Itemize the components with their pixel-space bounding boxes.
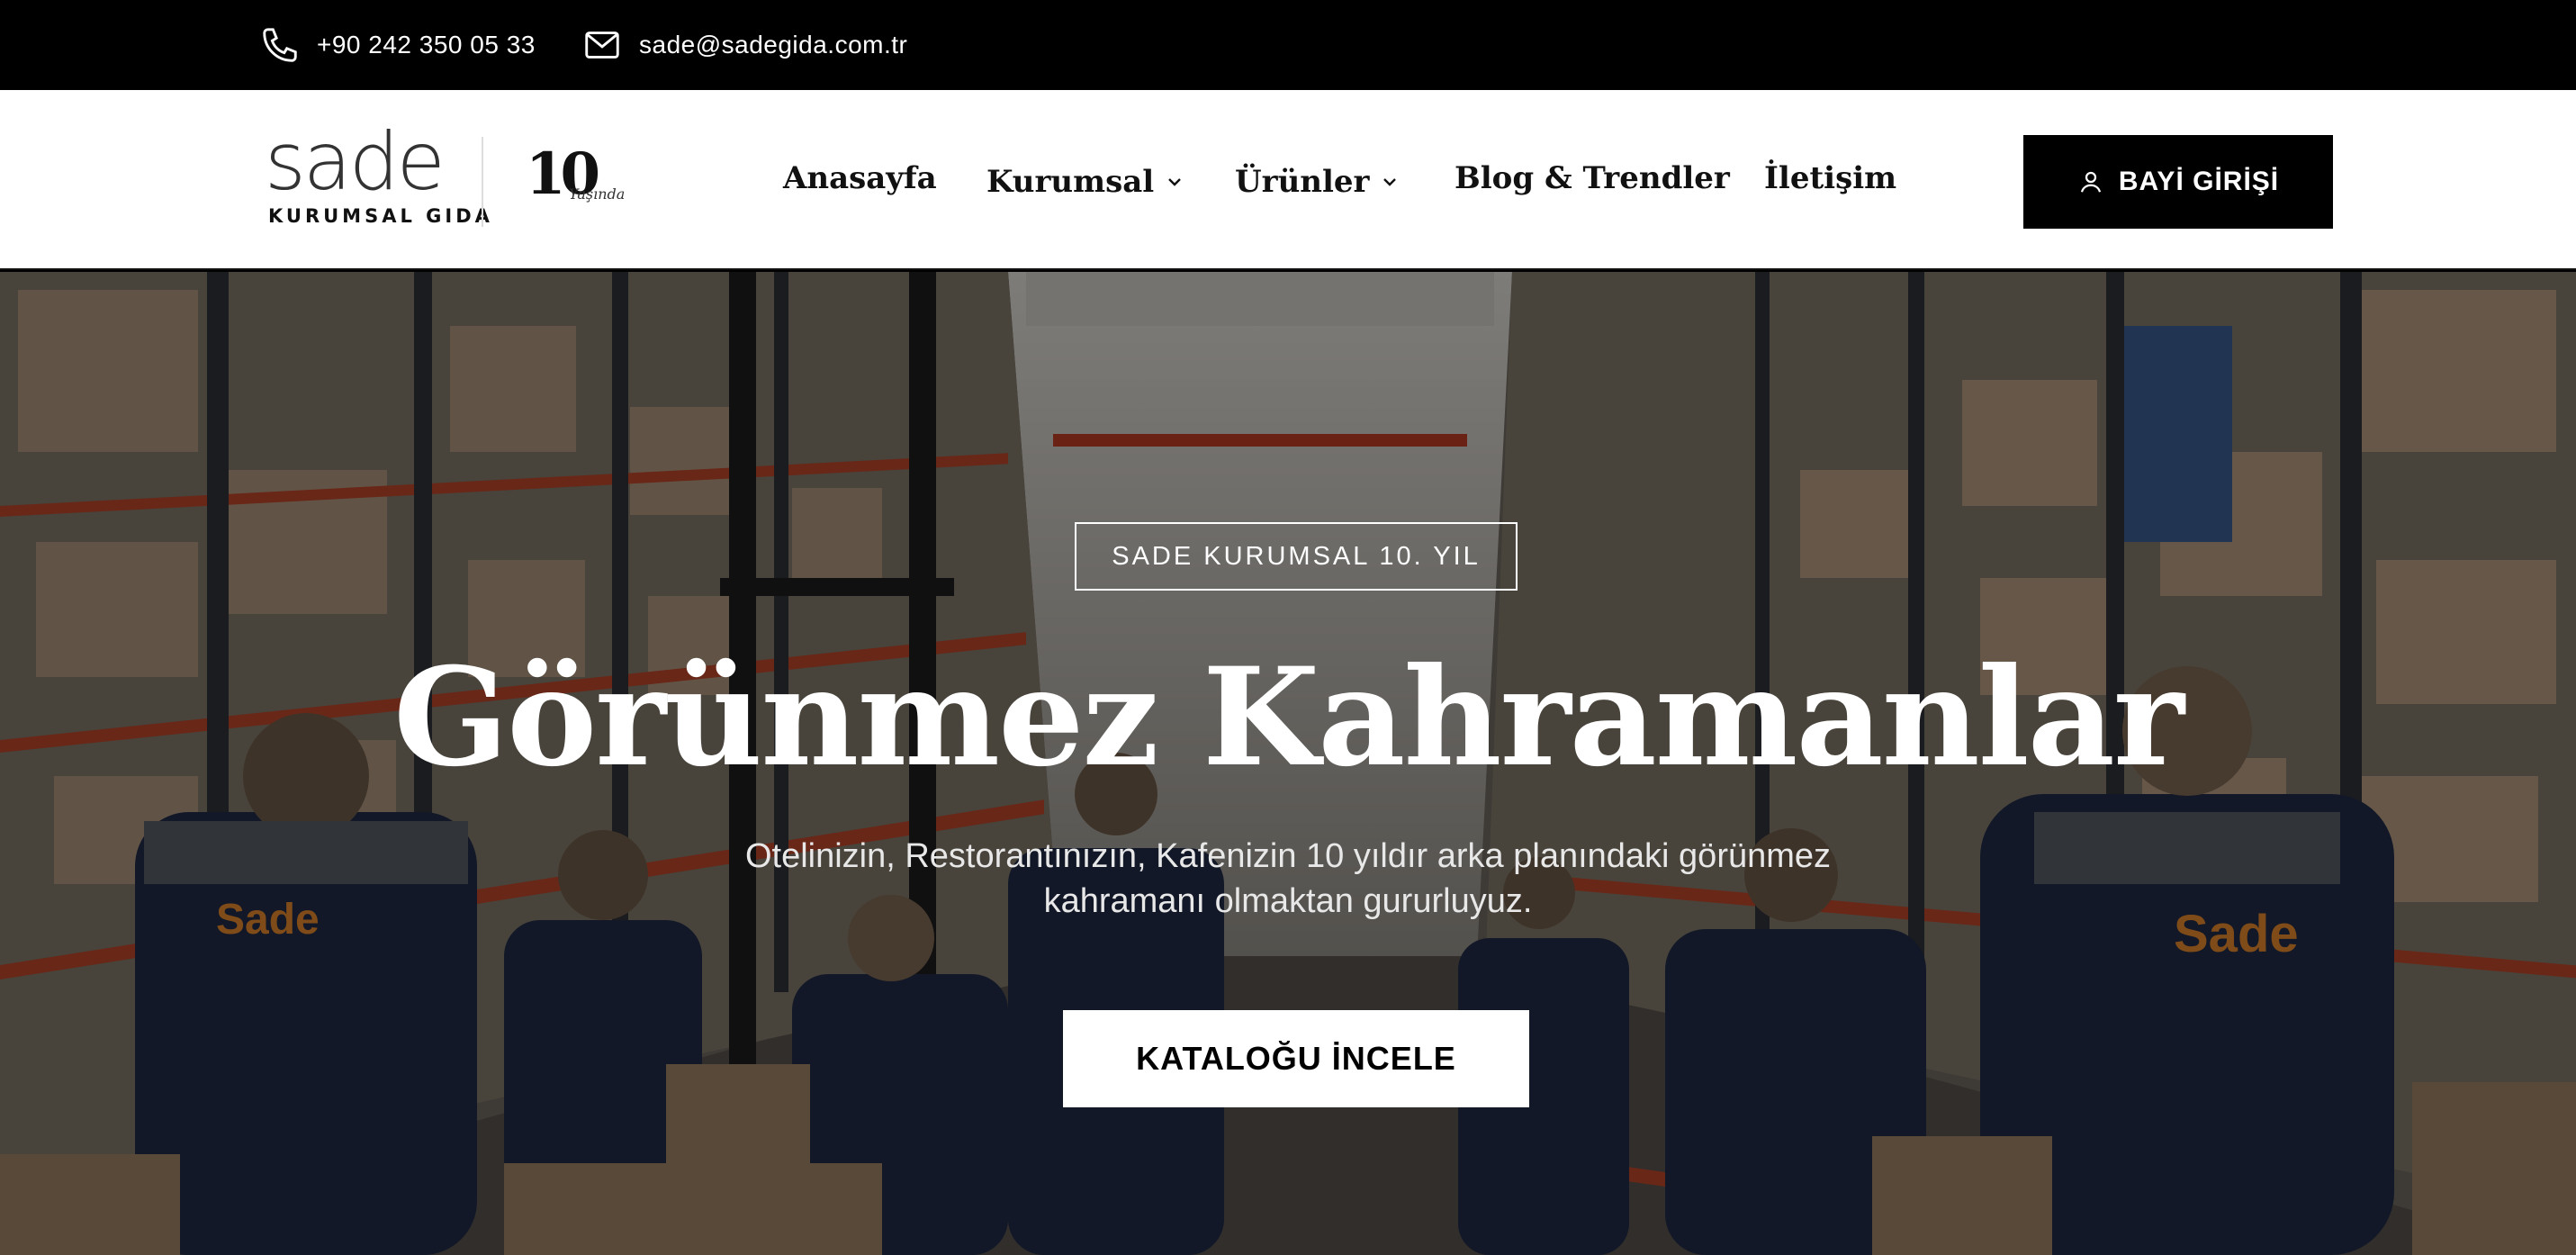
email-address[interactable]: sade@sadegida.com.tr [639, 31, 907, 59]
user-icon [2080, 171, 2101, 193]
mail-icon [585, 32, 619, 59]
nav-label: Blog & Trendler [1455, 160, 1730, 196]
hero-badge: SADE KURUMSAL 10. YIL [1075, 522, 1518, 591]
nav-kurumsal[interactable]: Kurumsal [986, 164, 1183, 200]
logo-subtitle: KURUMSAL GIDA [268, 205, 493, 227]
dealer-login-button[interactable]: BAYİ GİRİŞİ [2023, 135, 2333, 229]
nav-blog-trendler[interactable]: Blog & Trendler [1455, 160, 1730, 196]
email-contact[interactable]: sade@sadegida.com.tr [581, 0, 907, 90]
nav-label: Ürünler [1235, 164, 1370, 200]
nav-label: Anasayfa [783, 160, 937, 196]
phone-contact[interactable]: +90 242 350 05 33 [259, 0, 536, 90]
nav-iletisim[interactable]: İletişim [1764, 160, 1896, 196]
logo-wordmark: sade [265, 115, 446, 208]
dealer-login-label: BAYİ GİRİŞİ [2118, 167, 2280, 196]
anniversary-logo: 10 Yaşında [526, 146, 634, 218]
catalog-button[interactable]: KATALOĞU İNCELE [1063, 1010, 1529, 1107]
sade-logo[interactable]: sade KURUMSAL GIDA [265, 122, 490, 230]
site-header: sade KURUMSAL GIDA 10 Yaşında Anasayfa K… [0, 90, 2576, 270]
nav-urunler[interactable]: Ürünler [1235, 164, 1398, 200]
phone-icon [263, 28, 297, 62]
logo-divider [482, 137, 483, 227]
chevron-down-icon [1168, 178, 1182, 186]
nav-label: İletişim [1764, 160, 1897, 196]
chevron-down-icon [1383, 178, 1397, 186]
hero-subtitle: Otelinizin, Restorantınızın, Kafenizin 1… [744, 837, 1832, 920]
nav-label: Kurumsal [986, 164, 1155, 200]
hero-section: Sade Sade SADE KURUMSAL 10. YIL Görünmez… [0, 272, 2576, 1255]
anniversary-script: Yaşında [569, 185, 626, 203]
hero-title: Görünmez Kahramanlar [393, 638, 2184, 797]
top-contact-bar: +90 242 350 05 33 sade@sadegida.com.tr [0, 0, 2576, 90]
nav-anasayfa[interactable]: Anasayfa [783, 160, 937, 196]
phone-number[interactable]: +90 242 350 05 33 [317, 31, 536, 59]
